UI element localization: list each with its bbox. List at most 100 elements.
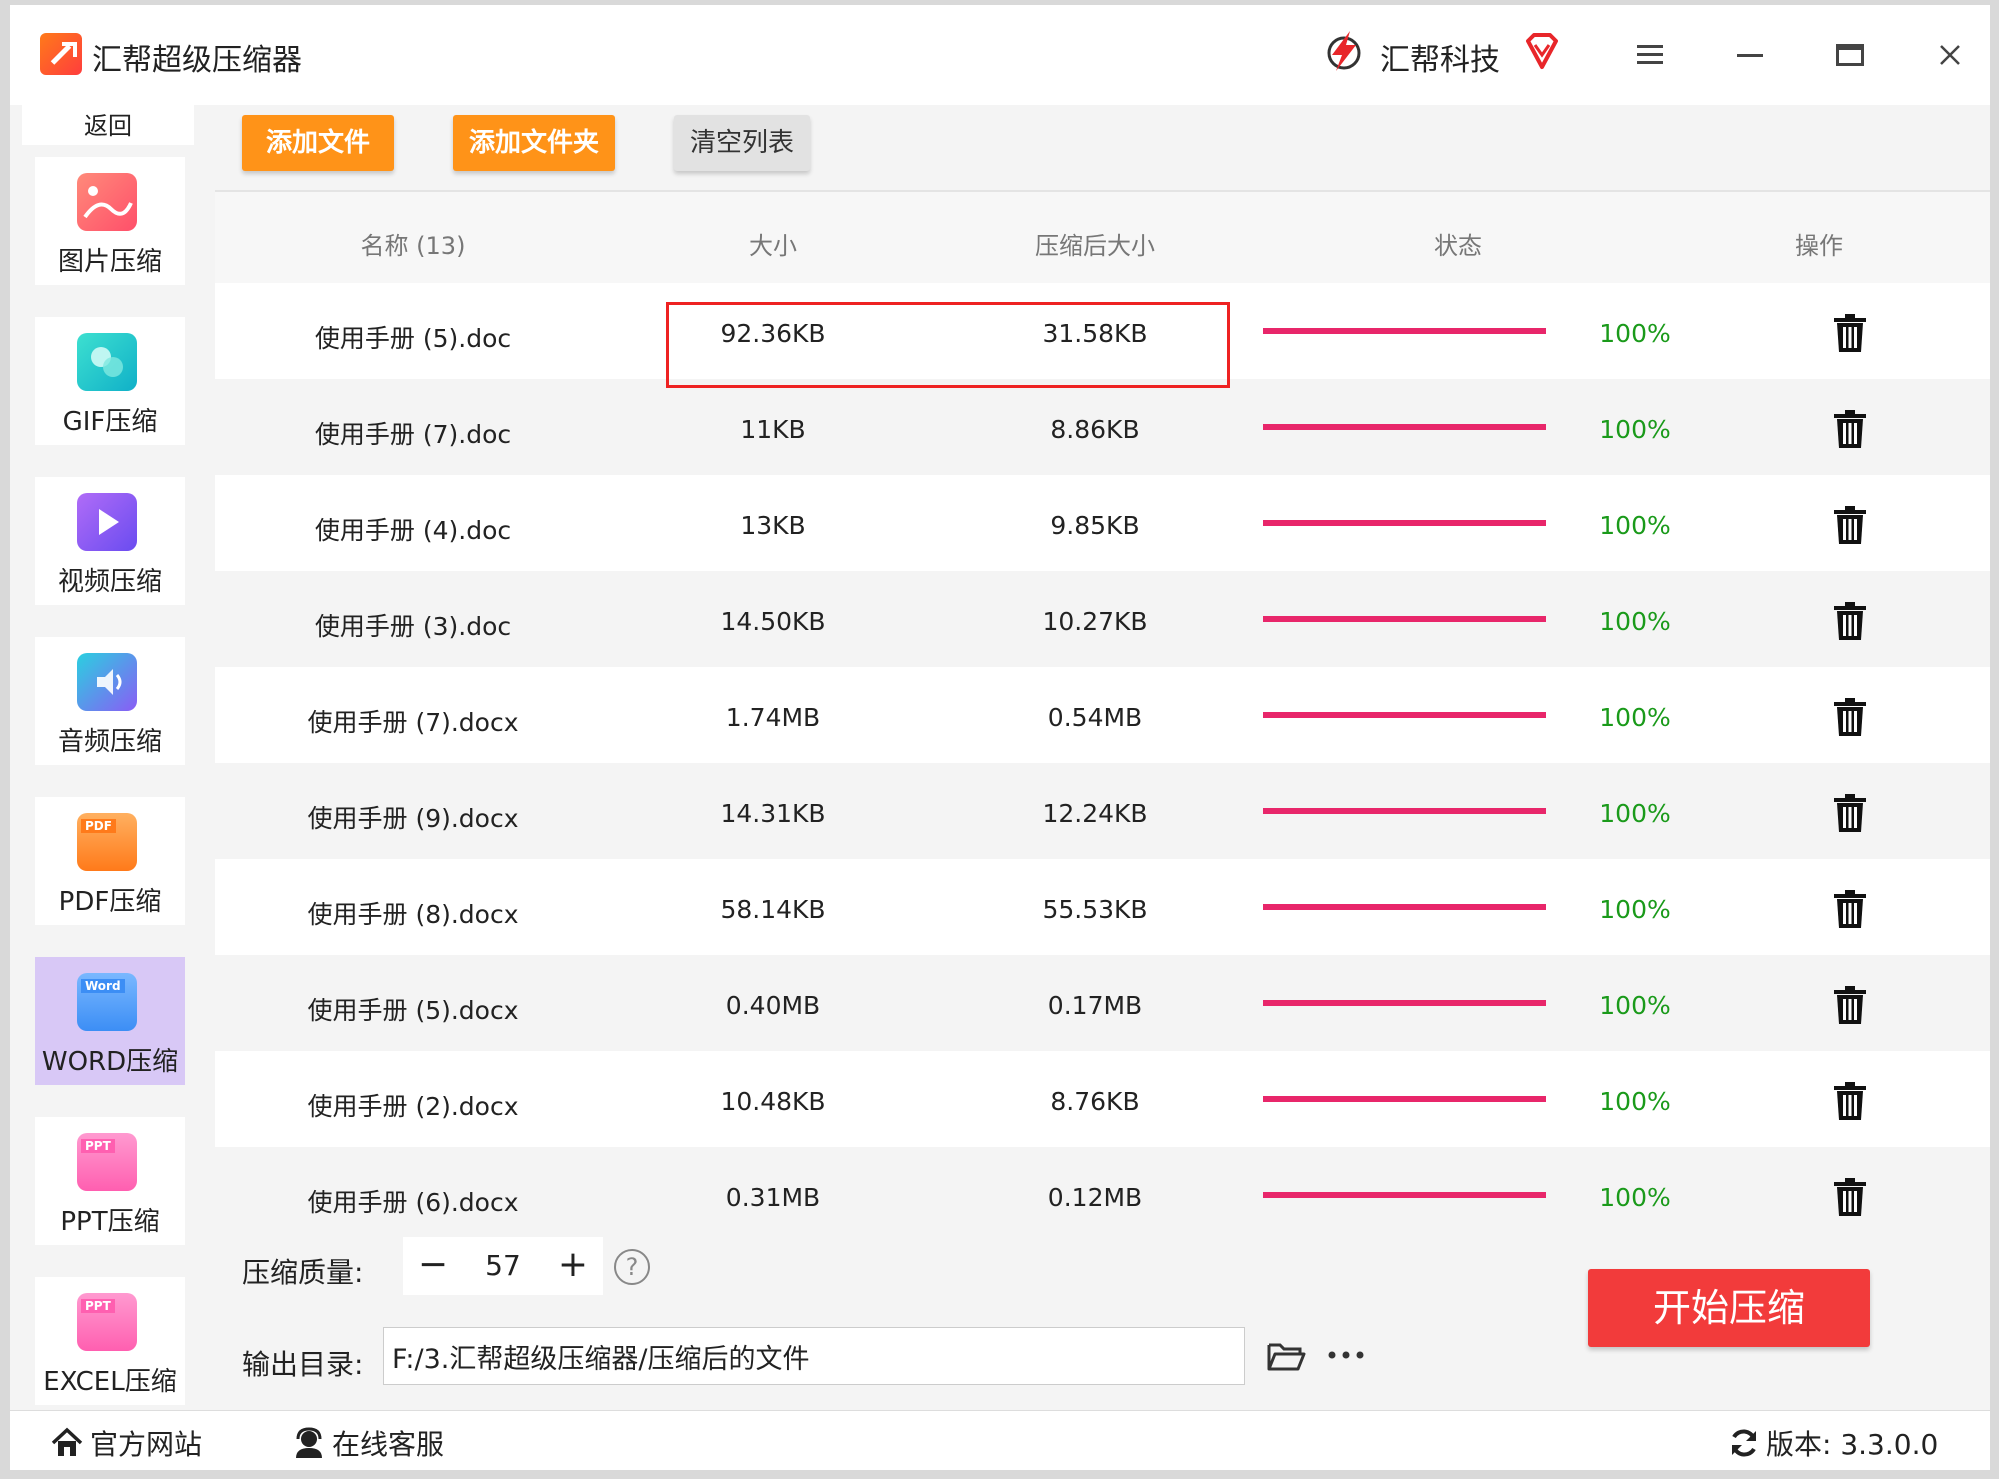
trash-icon[interactable] xyxy=(1832,1177,1868,1217)
header-status: 状态 xyxy=(1434,232,1482,260)
trash-icon[interactable] xyxy=(1832,889,1868,929)
trash-icon[interactable] xyxy=(1832,793,1868,833)
brand-name: 汇帮科技 xyxy=(1380,43,1500,78)
progress-percent: 100% xyxy=(1599,991,1671,1020)
progress-bar xyxy=(1263,904,1546,910)
folder-open-icon[interactable] xyxy=(1266,1339,1306,1373)
help-icon[interactable]: ? xyxy=(614,1249,650,1285)
sidebar-item-word[interactable]: Word WORD压缩 xyxy=(35,957,185,1085)
file-size: 10.48KB xyxy=(720,1087,826,1116)
version-info[interactable]: 版本: 3.3.0.0 xyxy=(1728,1423,1938,1463)
table-row[interactable]: 使用手册 (8).docx 58.14KB 55.53KB 100% xyxy=(215,859,1990,955)
file-name: 使用手册 (3).doc xyxy=(314,612,512,641)
progress-percent: 100% xyxy=(1599,895,1671,924)
file-size: 13KB xyxy=(740,511,806,540)
more-options-icon[interactable] xyxy=(1326,1345,1366,1365)
compressed-size: 55.53KB xyxy=(1042,895,1148,924)
header-size[interactable]: 大小 xyxy=(749,226,797,261)
file-name: 使用手册 (8).docx xyxy=(307,900,519,929)
quality-increase-button[interactable]: + xyxy=(543,1237,603,1295)
image-icon xyxy=(77,173,137,231)
file-size: 58.14KB xyxy=(720,895,826,924)
progress-bar xyxy=(1263,328,1546,334)
official-website-link[interactable]: 官方网站 xyxy=(50,1423,202,1463)
compressed-size: 8.76KB xyxy=(1050,1087,1140,1116)
app-logo-icon xyxy=(40,33,82,75)
compressed-size: 8.86KB xyxy=(1050,415,1140,444)
video-icon xyxy=(77,493,137,551)
progress-bar xyxy=(1263,1096,1546,1102)
compressed-size: 10.27KB xyxy=(1042,607,1148,636)
table-row[interactable]: 使用手册 (2).docx 10.48KB 8.76KB 100% xyxy=(215,1051,1990,1147)
word-icon: Word xyxy=(77,973,137,1031)
sidebar-item-ppt[interactable]: PPT PPT压缩 xyxy=(35,1117,185,1245)
trash-icon[interactable] xyxy=(1832,697,1868,737)
table-row[interactable]: 使用手册 (3).doc 14.50KB 10.27KB 100% xyxy=(215,571,1990,667)
header-name[interactable]: 名称 (13) xyxy=(361,226,466,261)
table-row[interactable]: 使用手册 (5).docx 0.40MB 0.17MB 100% xyxy=(215,955,1990,1051)
compressed-size: 0.17MB xyxy=(1047,991,1143,1020)
start-compress-button[interactable]: 开始压缩 xyxy=(1588,1269,1870,1347)
file-size: 14.31KB xyxy=(720,799,826,828)
compressed-size: 0.12MB xyxy=(1047,1183,1143,1212)
trash-icon[interactable] xyxy=(1832,1081,1868,1121)
table-row[interactable]: 使用手册 (6).docx 0.31MB 0.12MB 100% xyxy=(215,1147,1990,1220)
progress-fill xyxy=(1263,712,1546,718)
trash-icon[interactable] xyxy=(1832,409,1868,449)
file-size: 11KB xyxy=(740,415,806,444)
progress-fill xyxy=(1263,1096,1546,1102)
trash-icon[interactable] xyxy=(1832,313,1868,353)
progress-bar xyxy=(1263,616,1546,622)
table-row[interactable]: 使用手册 (9).docx 14.31KB 12.24KB 100% xyxy=(215,763,1990,859)
sidebar-item-label: WORD压缩 xyxy=(41,1047,179,1077)
footer: 官方网站 在线客服 版本: 3.3.0.0 xyxy=(10,1410,1990,1470)
sidebar-item-video[interactable]: 视频压缩 xyxy=(35,477,185,605)
sidebar-item-image[interactable]: 图片压缩 xyxy=(35,157,185,285)
sidebar-item-pdf[interactable]: PDF PDF压缩 xyxy=(35,797,185,925)
quality-value[interactable]: 57 xyxy=(463,1237,543,1295)
header-action: 操作 xyxy=(1795,232,1843,260)
sidebar-item-gif[interactable]: GIF压缩 xyxy=(35,317,185,445)
sidebar-item-excel[interactable]: PPT EXCEL压缩 xyxy=(35,1277,185,1405)
online-support-link[interactable]: 在线客服 xyxy=(292,1423,444,1463)
table-row[interactable]: 使用手册 (4).doc 13KB 9.85KB 100% xyxy=(215,475,1990,571)
progress-bar xyxy=(1263,1000,1546,1006)
file-size: 1.74MB xyxy=(725,703,821,732)
file-name: 使用手册 (4).doc xyxy=(314,516,512,545)
maximize-icon[interactable] xyxy=(1820,25,1880,85)
table-header: 名称 (13) 大小 压缩后大小 状态 操作 xyxy=(215,190,1990,285)
progress-bar xyxy=(1263,808,1546,814)
progress-percent: 100% xyxy=(1599,1183,1671,1212)
sidebar-item-label: 视频压缩 xyxy=(57,567,162,597)
table-row[interactable]: 使用手册 (7).doc 11KB 8.86KB 100% xyxy=(215,379,1990,475)
progress-bar xyxy=(1263,424,1546,430)
file-name: 使用手册 (5).docx xyxy=(307,996,519,1025)
trash-icon[interactable] xyxy=(1832,601,1868,641)
minimize-icon[interactable] xyxy=(1720,25,1780,85)
official-website-label: 官方网站 xyxy=(90,1428,203,1461)
header-compressed-size[interactable]: 压缩后大小 xyxy=(1035,226,1155,261)
progress-fill xyxy=(1263,808,1546,814)
title-bar: 汇帮超级压缩器 汇帮科技 xyxy=(10,5,1990,105)
table-row[interactable]: 使用手册 (7).docx 1.74MB 0.54MB 100% xyxy=(215,667,1990,763)
output-dir-input[interactable] xyxy=(383,1327,1245,1385)
close-icon[interactable] xyxy=(1920,25,1980,85)
pdf-icon: PDF xyxy=(77,813,137,871)
file-name: 使用手册 (9).docx xyxy=(307,804,519,833)
refresh-icon xyxy=(1732,1429,1756,1457)
progress-percent: 100% xyxy=(1599,607,1671,636)
trash-icon[interactable] xyxy=(1832,985,1868,1025)
clear-list-button[interactable]: 清空列表 xyxy=(674,115,810,171)
quality-decrease-button[interactable]: − xyxy=(403,1237,463,1295)
progress-percent: 100% xyxy=(1599,703,1671,732)
progress-fill xyxy=(1263,1192,1546,1198)
add-folder-button[interactable]: 添加文件夹 xyxy=(453,115,615,171)
trash-icon[interactable] xyxy=(1832,505,1868,545)
file-name: 使用手册 (7).doc xyxy=(314,420,512,449)
vip-diamond-icon[interactable] xyxy=(1522,31,1562,71)
gif-icon xyxy=(77,333,137,391)
back-button[interactable]: 返回 xyxy=(22,105,194,145)
sidebar-item-audio[interactable]: 音频压缩 xyxy=(35,637,185,765)
add-file-button[interactable]: 添加文件 xyxy=(242,115,394,171)
menu-icon[interactable] xyxy=(1620,25,1680,85)
